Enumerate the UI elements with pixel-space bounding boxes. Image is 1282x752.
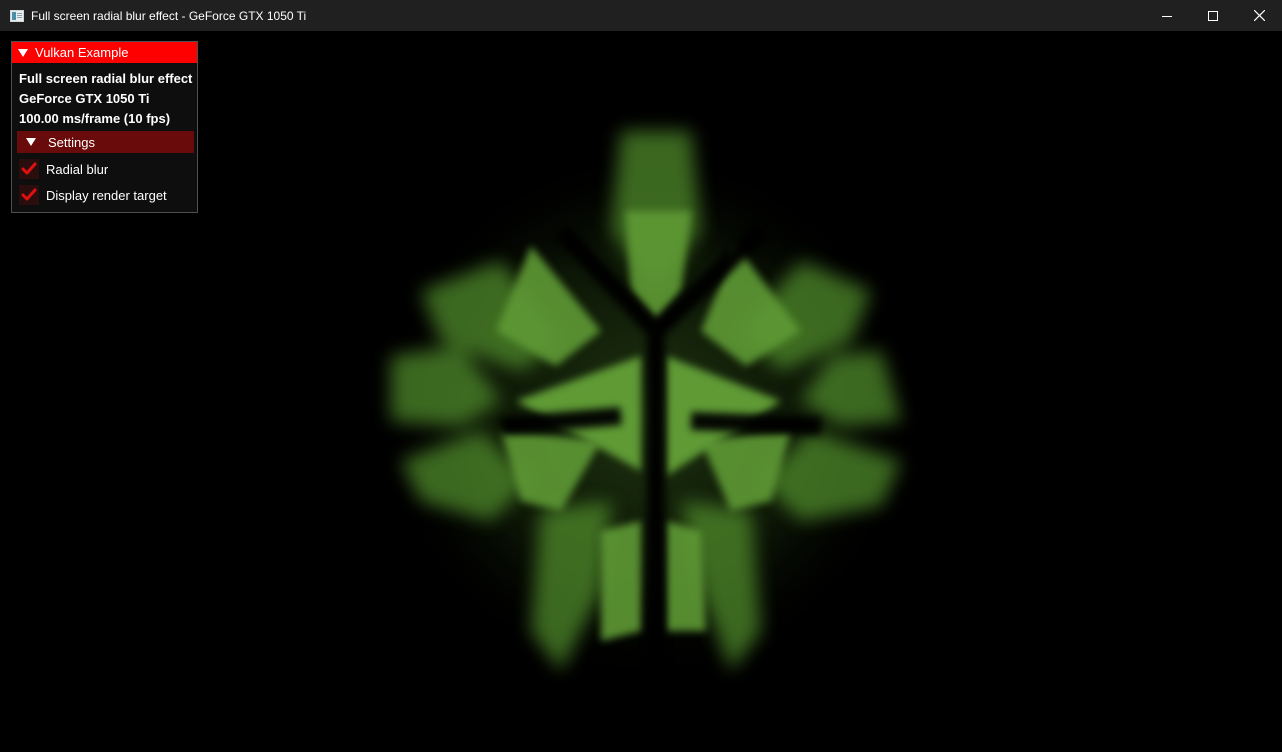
overlay-title: Vulkan Example — [35, 45, 129, 60]
info-line-frametime: 100.00 ms/frame (10 fps) — [19, 111, 171, 126]
display-render-target-label: Display render target — [46, 187, 167, 203]
settings-arrow-icon — [26, 138, 36, 146]
maximize-button[interactable] — [1190, 0, 1236, 31]
checkmark-icon — [21, 162, 37, 175]
info-line-app-name: Full screen radial blur effect — [19, 71, 193, 86]
close-icon — [1253, 10, 1265, 21]
minimize-button[interactable] — [1144, 0, 1190, 31]
display-render-target-checkbox[interactable] — [19, 185, 39, 205]
radial-blur-checkbox[interactable] — [19, 159, 39, 179]
collapse-arrow-icon — [18, 48, 28, 57]
minimize-icon — [1162, 15, 1172, 17]
settings-label: Settings — [48, 134, 95, 150]
info-line-gpu: GeForce GTX 1050 Ti — [19, 91, 150, 106]
overlay-header[interactable]: Vulkan Example — [12, 42, 197, 63]
app-window-icon — [10, 9, 24, 22]
settings-header[interactable]: Settings — [17, 131, 194, 153]
display-render-target-option[interactable]: Display render target — [19, 184, 167, 206]
checkmark-icon — [21, 188, 37, 201]
window-titlebar[interactable]: Full screen radial blur effect - GeForce… — [0, 0, 1282, 31]
window-title: Full screen radial blur effect - GeForce… — [31, 8, 307, 23]
close-button[interactable] — [1236, 0, 1282, 31]
maximize-icon — [1208, 10, 1218, 21]
overlay-info: Full screen radial blur effect GeForce G… — [12, 69, 192, 129]
imgui-overlay-window: Vulkan Example Full screen radial blur e… — [11, 41, 198, 213]
radial-blur-label: Radial blur — [46, 161, 109, 177]
window-controls — [1144, 0, 1282, 31]
radial-blur-option[interactable]: Radial blur — [19, 158, 108, 180]
